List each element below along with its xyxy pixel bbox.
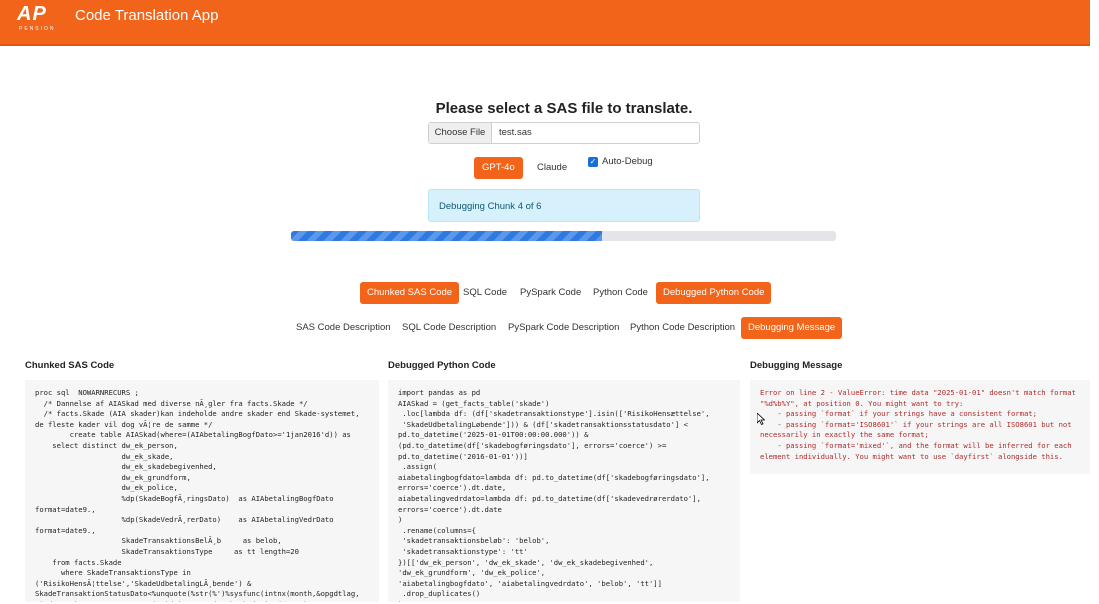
app-header: AP PENSION Code Translation App: [0, 0, 1090, 46]
chunked-sas-code-heading: Chunked SAS Code: [25, 360, 115, 371]
tab-debugged-python-code[interactable]: Debugged Python Code: [656, 282, 772, 304]
python-code-panel: import pandas as pd AIASkad = (get_facts…: [388, 380, 740, 602]
auto-debug-checkbox[interactable]: ✓: [588, 157, 598, 167]
debugged-python-code-heading: Debugged Python Code: [388, 360, 496, 371]
tab-sql-code[interactable]: SQL Code: [456, 282, 514, 304]
model-claude-button[interactable]: Claude: [529, 157, 575, 179]
tab-debugging-message[interactable]: Debugging Message: [741, 317, 843, 339]
mouse-cursor-icon: [757, 413, 765, 425]
tab-sas-code-description[interactable]: SAS Code Description: [289, 317, 398, 339]
tab-python-code-description[interactable]: Python Code Description: [623, 317, 742, 339]
debugging-message-heading: Debugging Message: [750, 360, 843, 371]
logo-text: AP: [17, 3, 47, 25]
tab-pyspark-code[interactable]: PySpark Code: [513, 282, 588, 304]
app-title: Code Translation App: [75, 7, 219, 24]
choose-file-button[interactable]: Choose File: [429, 123, 492, 143]
progress-bar-fill: [291, 231, 602, 241]
file-input[interactable]: Choose File test.sas: [428, 122, 700, 144]
ap-pension-logo: AP PENSION: [17, 3, 56, 32]
debug-message-panel: Error on line 2 - ValueError: time data …: [750, 380, 1090, 474]
model-gpt4o-button[interactable]: GPT-4o: [474, 157, 523, 179]
tab-chunked-sas-code[interactable]: Chunked SAS Code: [360, 282, 460, 304]
sas-code-panel: proc sql NOWARNRECURS ; /* Dannelse af A…: [25, 380, 379, 602]
status-alert: Debugging Chunk 4 of 6: [428, 189, 700, 222]
upload-prompt: Please select a SAS file to translate.: [435, 100, 693, 117]
logo-subtext: PENSION: [19, 26, 56, 32]
tab-pyspark-code-description[interactable]: PySpark Code Description: [501, 317, 626, 339]
progress-bar: [291, 231, 836, 241]
auto-debug-label: Auto-Debug: [602, 156, 653, 167]
tab-python-code[interactable]: Python Code: [586, 282, 655, 304]
checkmark-icon: ✓: [589, 157, 597, 166]
tab-sql-code-description[interactable]: SQL Code Description: [395, 317, 503, 339]
selected-file-name: test.sas: [499, 127, 532, 138]
